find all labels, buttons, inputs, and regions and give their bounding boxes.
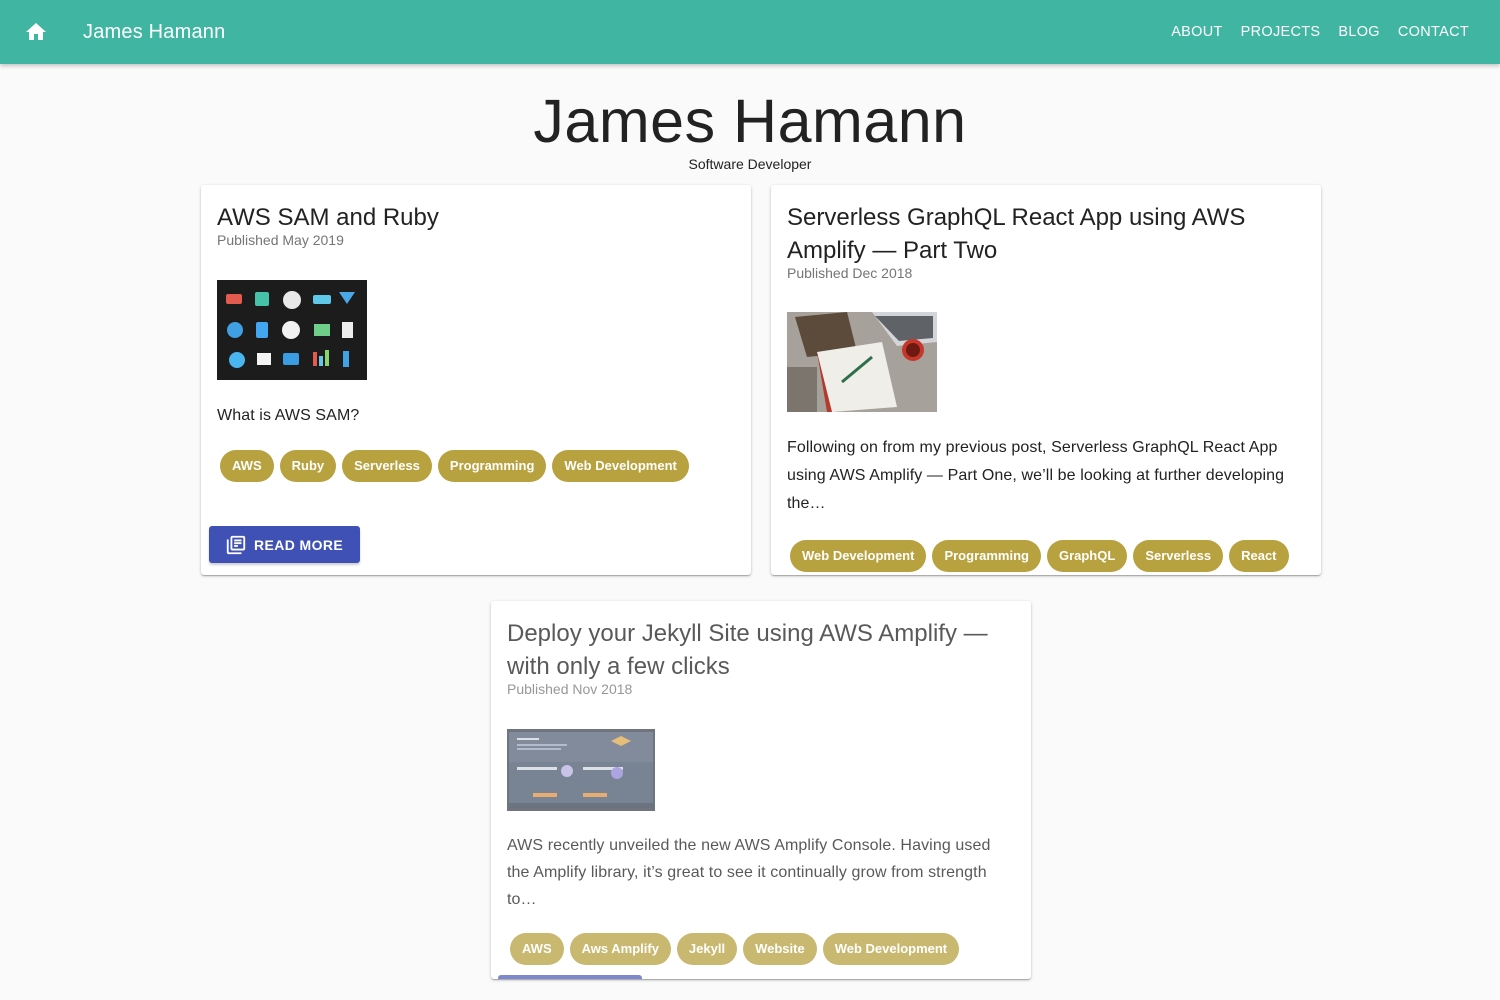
post-date: Published Dec 2018 — [787, 265, 913, 281]
tag-chip[interactable]: AWS — [510, 933, 564, 965]
tag-chip[interactable]: GraphQL — [1046, 540, 1128, 572]
tag-chip[interactable]: Jekyll — [676, 933, 738, 965]
post-thumbnail — [787, 312, 937, 412]
tag-list: Web Development Programming GraphQL Serv… — [790, 540, 1305, 572]
tag-list: AWS Aws Amplify Jekyll Website Web Devel… — [510, 933, 1015, 965]
tag-chip[interactable]: AWS — [220, 450, 274, 482]
post-title[interactable]: Deploy your Jekyll Site using AWS Amplif… — [507, 617, 1015, 683]
tag-chip[interactable]: Programming — [437, 450, 547, 482]
nav-contact[interactable]: CONTACT — [1389, 18, 1478, 46]
article-icon — [226, 535, 246, 554]
tag-chip[interactable]: Web Development — [822, 933, 960, 965]
main-nav: ABOUT PROJECTS BLOG CONTACT — [1162, 18, 1478, 46]
post-excerpt: What is AWS SAM? — [217, 407, 360, 424]
tag-chip[interactable]: Ruby — [279, 450, 337, 482]
post-date: Published May 2019 — [217, 232, 344, 248]
tag-chip[interactable]: Web Development — [552, 450, 689, 482]
read-more-label: READ MORE — [254, 536, 344, 553]
post-thumbnail — [507, 729, 655, 811]
read-more-button[interactable] — [498, 975, 642, 979]
tag-chip[interactable]: React — [1229, 540, 1289, 572]
post-title[interactable]: Serverless GraphQL React App using AWS A… — [787, 201, 1305, 267]
post-excerpt: Following on from my previous post, Serv… — [787, 439, 1285, 512]
nav-projects[interactable]: PROJECTS — [1232, 18, 1330, 46]
site-title[interactable]: James Hamann — [83, 21, 225, 44]
hero-name: James Hamann — [533, 87, 967, 155]
post-card-content: Deploy your Jekyll Site using AWS Amplif… — [491, 601, 1031, 979]
post-thumbnail — [217, 280, 367, 380]
tag-list: AWS Ruby Serverless Programming Web Deve… — [220, 450, 735, 482]
post-card: Serverless GraphQL React App using AWS A… — [771, 185, 1321, 575]
top-app-bar: James Hamann ABOUT PROJECTS BLOG CONTACT — [0, 0, 1500, 64]
tag-chip[interactable]: Serverless — [1133, 540, 1224, 572]
read-more-button[interactable]: READ MORE — [209, 526, 361, 563]
post-excerpt: AWS recently unveiled the new AWS Amplif… — [507, 837, 991, 908]
nav-about[interactable]: ABOUT — [1162, 18, 1231, 46]
post-card: AWS SAM and Ruby Published May 2019 What… — [201, 185, 751, 575]
home-icon — [26, 23, 46, 40]
tag-chip[interactable]: Web Development — [790, 540, 927, 572]
post-title[interactable]: AWS SAM and Ruby — [217, 201, 735, 234]
nav-blog[interactable]: BLOG — [1329, 18, 1389, 46]
tag-chip[interactable]: Serverless — [342, 450, 432, 482]
hero-subtitle: Software Developer — [688, 156, 812, 172]
tag-chip[interactable]: Aws Amplify — [569, 933, 671, 965]
post-card: Deploy your Jekyll Site using AWS Amplif… — [491, 601, 1031, 979]
tag-chip[interactable]: Programming — [932, 540, 1041, 572]
post-date: Published Nov 2018 — [507, 681, 633, 697]
tag-chip[interactable]: Website — [743, 933, 817, 965]
hero: James Hamann Software Developer — [0, 84, 1500, 172]
home-button[interactable] — [12, 8, 60, 56]
